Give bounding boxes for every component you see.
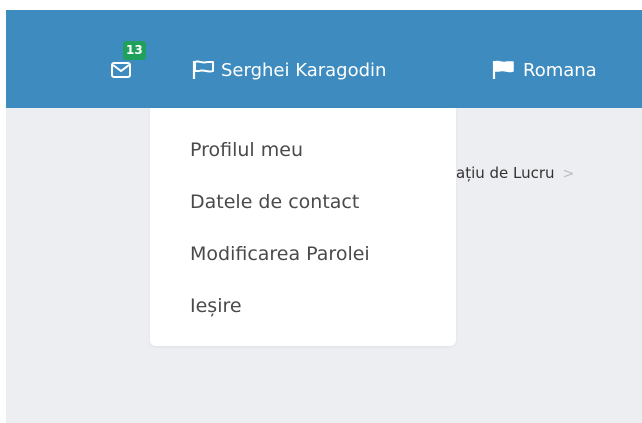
app-window: 13 Serghei Karagodin Romana ațiu de Lucr…: [0, 0, 642, 423]
flag-outline-icon: [192, 60, 214, 79]
menu-item-logout[interactable]: Ieșire: [190, 295, 242, 317]
user-dropdown-menu: Profilul meu Datele de contact Modificar…: [150, 108, 456, 346]
user-name: Serghei Karagodin: [221, 59, 387, 81]
language-label: Romana: [523, 59, 597, 81]
flag-solid-icon: [492, 60, 514, 79]
menu-item-change-password[interactable]: Modificarea Parolei: [190, 243, 370, 265]
top-navbar: 13 Serghei Karagodin Romana: [6, 10, 642, 108]
menu-item-profile[interactable]: Profilul meu: [190, 139, 303, 161]
envelope-icon: [111, 62, 131, 78]
menu-item-contact-details[interactable]: Datele de contact: [190, 191, 359, 213]
breadcrumb: ațiu de Lucru >: [456, 164, 574, 182]
notification-count-badge: 13: [123, 41, 146, 60]
breadcrumb-separator: >: [562, 166, 575, 182]
user-menu-toggle[interactable]: Serghei Karagodin: [191, 56, 386, 84]
language-menu-toggle[interactable]: Romana: [491, 56, 597, 84]
breadcrumb-item[interactable]: ațiu de Lucru: [456, 164, 555, 182]
